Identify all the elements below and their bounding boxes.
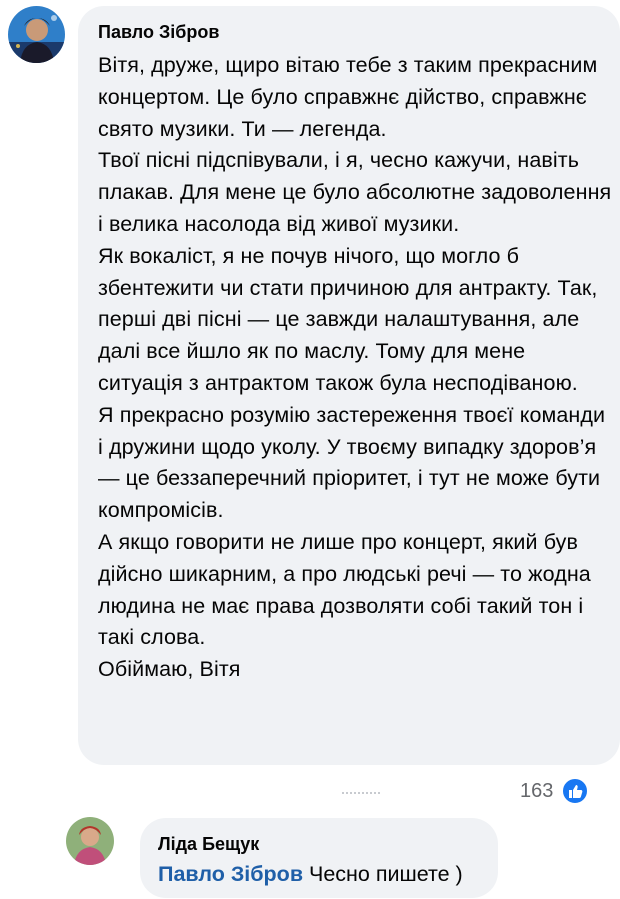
avatar-photo [66,817,114,865]
reactions-summary[interactable]: 163 [520,776,590,806]
comment-paragraph: Я прекрасно розумію застереження твоєї к… [98,402,606,523]
comment-paragraph: Твої пісні підспівували, і я, чесно кажу… [98,148,612,236]
reply-bubble: Ліда Бещук Павло Зібров Чесно пишете ) [140,818,498,898]
mention-link[interactable]: Павло Зібров [158,862,303,886]
reply-author-name[interactable]: Ліда Бещук [158,834,259,855]
comment-author-name[interactable]: Павло Зібров [98,22,219,43]
commenter-avatar[interactable] [8,6,65,63]
comment-paragraph: А якщо говорити не лише про концерт, яки… [98,529,591,650]
comment-bubble: Павло Зібров Вітя, друже, щиро вітаю теб… [78,6,620,765]
comment-text: Вітя, друже, щиро вітаю тебе з таким пре… [98,50,613,686]
reply-message: Чесно пишете ) [309,862,463,886]
comment-paragraph: Обіймаю, Вітя [98,657,241,682]
reply-text: Павло Зібров Чесно пишете ) [158,862,463,887]
replier-avatar[interactable] [66,817,114,865]
reaction-count: 163 [520,779,554,802]
comment-paragraph: Вітя, друже, щиро вітаю тебе з таким пре… [98,53,598,141]
like-icon [561,777,590,805]
thread-divider [342,792,380,796]
avatar-photo [8,6,65,63]
comment-paragraph: Як вокаліст, я не почув нічого, що могло… [98,243,598,395]
